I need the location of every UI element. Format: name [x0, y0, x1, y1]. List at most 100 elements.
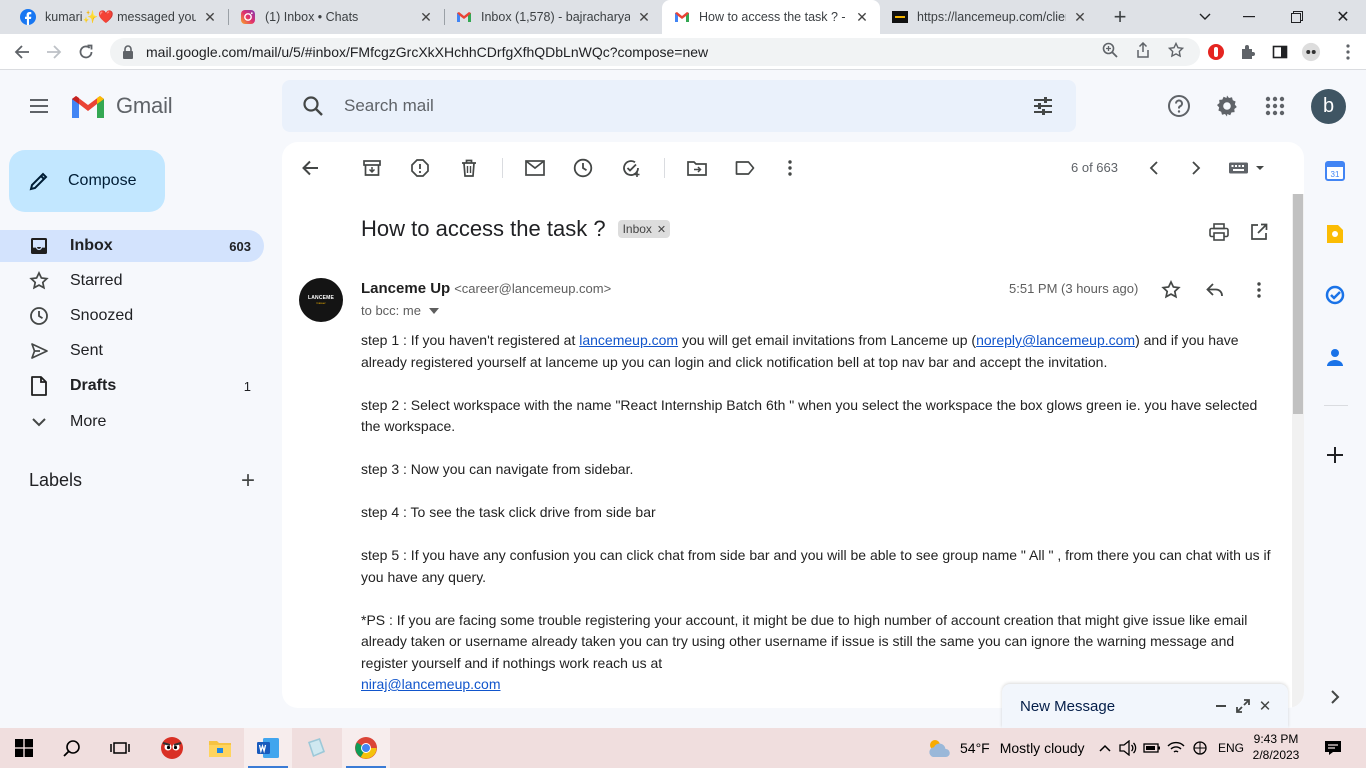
- minimize-icon[interactable]: [1226, 0, 1272, 34]
- tab-facebook[interactable]: kumari✨❤️ messaged you ✕: [8, 0, 228, 34]
- word-icon[interactable]: [244, 728, 292, 768]
- report-spam-icon[interactable]: [410, 158, 430, 178]
- minimize-compose-icon[interactable]: [1210, 695, 1232, 717]
- help-icon[interactable]: [1167, 94, 1191, 118]
- close-icon[interactable]: ✕: [202, 9, 218, 25]
- windows-start-icon[interactable]: [0, 728, 48, 768]
- omnibox[interactable]: mail.google.com/mail/u/5/#inbox/FMfcgzGr…: [110, 38, 1200, 66]
- sidebar-item-sent[interactable]: Sent: [0, 335, 264, 367]
- chrome-menu-icon[interactable]: [1338, 42, 1358, 62]
- add-label-icon[interactable]: +: [241, 468, 255, 492]
- sidebar-item-more[interactable]: More: [0, 406, 264, 438]
- bookmark-star-icon[interactable]: [1166, 40, 1186, 60]
- tab-lancemeup[interactable]: https://lancemeup.com/client ✕: [880, 0, 1098, 34]
- add-addon-icon[interactable]: [1324, 444, 1346, 466]
- add-to-tasks-icon[interactable]: [621, 158, 641, 178]
- close-icon[interactable]: ✕: [1072, 9, 1088, 25]
- side-panel-icon[interactable]: [1270, 42, 1290, 62]
- notifications-icon[interactable]: [1320, 728, 1346, 768]
- tab-gmail-email[interactable]: How to access the task ? - bi ✕: [662, 0, 880, 34]
- label-tag-icon[interactable]: [735, 158, 755, 178]
- main-menu-icon[interactable]: [27, 94, 51, 118]
- forward-icon[interactable]: [42, 40, 66, 64]
- message-more-icon[interactable]: [1249, 280, 1269, 300]
- close-icon[interactable]: ✕: [636, 9, 652, 25]
- weather-widget[interactable]: 54°F Mostly cloudy: [926, 728, 1085, 768]
- label-badge[interactable]: Inbox ✕: [617, 220, 671, 238]
- clock[interactable]: 9:43 PM 2/8/2023: [1248, 731, 1304, 763]
- sender-avatar[interactable]: LANCEME Career: [299, 278, 343, 322]
- search-icon[interactable]: [302, 95, 324, 117]
- lancemeup-link[interactable]: lancemeup.com: [579, 332, 678, 348]
- restore-icon[interactable]: [1274, 0, 1320, 34]
- zoom-icon[interactable]: [1100, 40, 1120, 60]
- network-icon[interactable]: [1190, 728, 1210, 768]
- search-input[interactable]: [344, 96, 1004, 116]
- chrome-icon[interactable]: [342, 728, 390, 768]
- older-chevron-right-icon[interactable]: [1186, 158, 1206, 178]
- language-indicator[interactable]: ENG: [1218, 728, 1244, 768]
- expand-panel-chevron-icon[interactable]: [1324, 686, 1346, 708]
- fullscreen-compose-icon[interactable]: [1232, 695, 1254, 717]
- close-compose-icon[interactable]: ✕: [1254, 695, 1276, 717]
- noreply-email-link[interactable]: noreply@lancemeup.com: [976, 332, 1135, 348]
- tab-search-icon[interactable]: [1182, 0, 1228, 34]
- show-details-caret-icon[interactable]: [428, 307, 439, 314]
- lock-icon: [123, 45, 133, 59]
- contacts-icon[interactable]: [1324, 346, 1346, 368]
- newer-chevron-left-icon[interactable]: [1143, 158, 1163, 178]
- close-icon[interactable]: ✕: [418, 9, 434, 25]
- close-window-icon[interactable]: ✕: [1320, 0, 1366, 34]
- account-avatar[interactable]: b: [1311, 89, 1346, 124]
- mark-unread-icon[interactable]: [525, 158, 545, 178]
- tab-gmail-inbox[interactable]: Inbox (1,578) - bajracharyabi ✕: [444, 0, 662, 34]
- adblock-icon[interactable]: [1206, 42, 1226, 62]
- volume-icon[interactable]: [1118, 728, 1138, 768]
- share-icon[interactable]: [1133, 40, 1153, 60]
- taskbar-search-icon[interactable]: [48, 728, 96, 768]
- file-explorer-icon[interactable]: [196, 728, 244, 768]
- snooze-clock-icon[interactable]: [573, 158, 593, 178]
- move-to-folder-icon[interactable]: [687, 158, 707, 178]
- apps-grid-icon[interactable]: [1263, 94, 1287, 118]
- tasks-icon[interactable]: [1324, 284, 1346, 306]
- scrollbar-thumb[interactable]: [1293, 194, 1303, 414]
- new-message-bar[interactable]: New Message ✕: [1002, 684, 1288, 728]
- gmail-logo[interactable]: Gmail: [70, 92, 173, 120]
- input-tools-keyboard-icon[interactable]: [1226, 158, 1270, 178]
- back-to-inbox-icon[interactable]: [300, 158, 320, 178]
- compose-button[interactable]: Compose: [9, 150, 165, 212]
- sidebar-item-starred[interactable]: Starred: [0, 265, 264, 297]
- profile-icon[interactable]: [1301, 42, 1321, 62]
- task-view-icon[interactable]: [96, 728, 144, 768]
- delete-trash-icon[interactable]: [459, 158, 479, 178]
- wifi-icon[interactable]: [1166, 728, 1186, 768]
- close-icon[interactable]: ✕: [854, 9, 870, 25]
- niraj-email-link[interactable]: niraj@lancemeup.com: [361, 676, 501, 692]
- new-tab-button[interactable]: +: [1108, 4, 1132, 29]
- sidebar-item-inbox[interactable]: Inbox 603: [0, 230, 264, 262]
- app-icon-game[interactable]: [148, 728, 196, 768]
- star-email-icon[interactable]: [1161, 280, 1181, 300]
- search-options-icon[interactable]: [1032, 95, 1054, 117]
- sidebar-item-snoozed[interactable]: Snoozed: [0, 300, 264, 332]
- app-icon-notepad[interactable]: [292, 728, 340, 768]
- extensions-icon[interactable]: [1238, 42, 1258, 62]
- reply-icon[interactable]: [1205, 280, 1225, 300]
- scrollbar[interactable]: [1292, 194, 1304, 708]
- remove-label-icon[interactable]: ✕: [657, 223, 666, 236]
- print-icon[interactable]: [1209, 222, 1229, 242]
- keep-icon[interactable]: [1324, 223, 1346, 245]
- open-new-window-icon[interactable]: [1249, 222, 1269, 242]
- reload-icon[interactable]: [74, 40, 98, 64]
- settings-gear-icon[interactable]: [1215, 94, 1239, 118]
- battery-icon[interactable]: [1142, 728, 1162, 768]
- tab-instagram[interactable]: (1) Inbox • Chats ✕: [228, 0, 444, 34]
- calendar-icon[interactable]: 31: [1324, 160, 1346, 182]
- sender-name[interactable]: Lanceme Up: [361, 280, 450, 297]
- tray-chevron-up-icon[interactable]: [1096, 728, 1114, 768]
- archive-icon[interactable]: [362, 158, 382, 178]
- more-options-icon[interactable]: [780, 158, 800, 178]
- sidebar-item-drafts[interactable]: Drafts 1: [0, 370, 264, 402]
- back-icon[interactable]: [10, 40, 34, 64]
